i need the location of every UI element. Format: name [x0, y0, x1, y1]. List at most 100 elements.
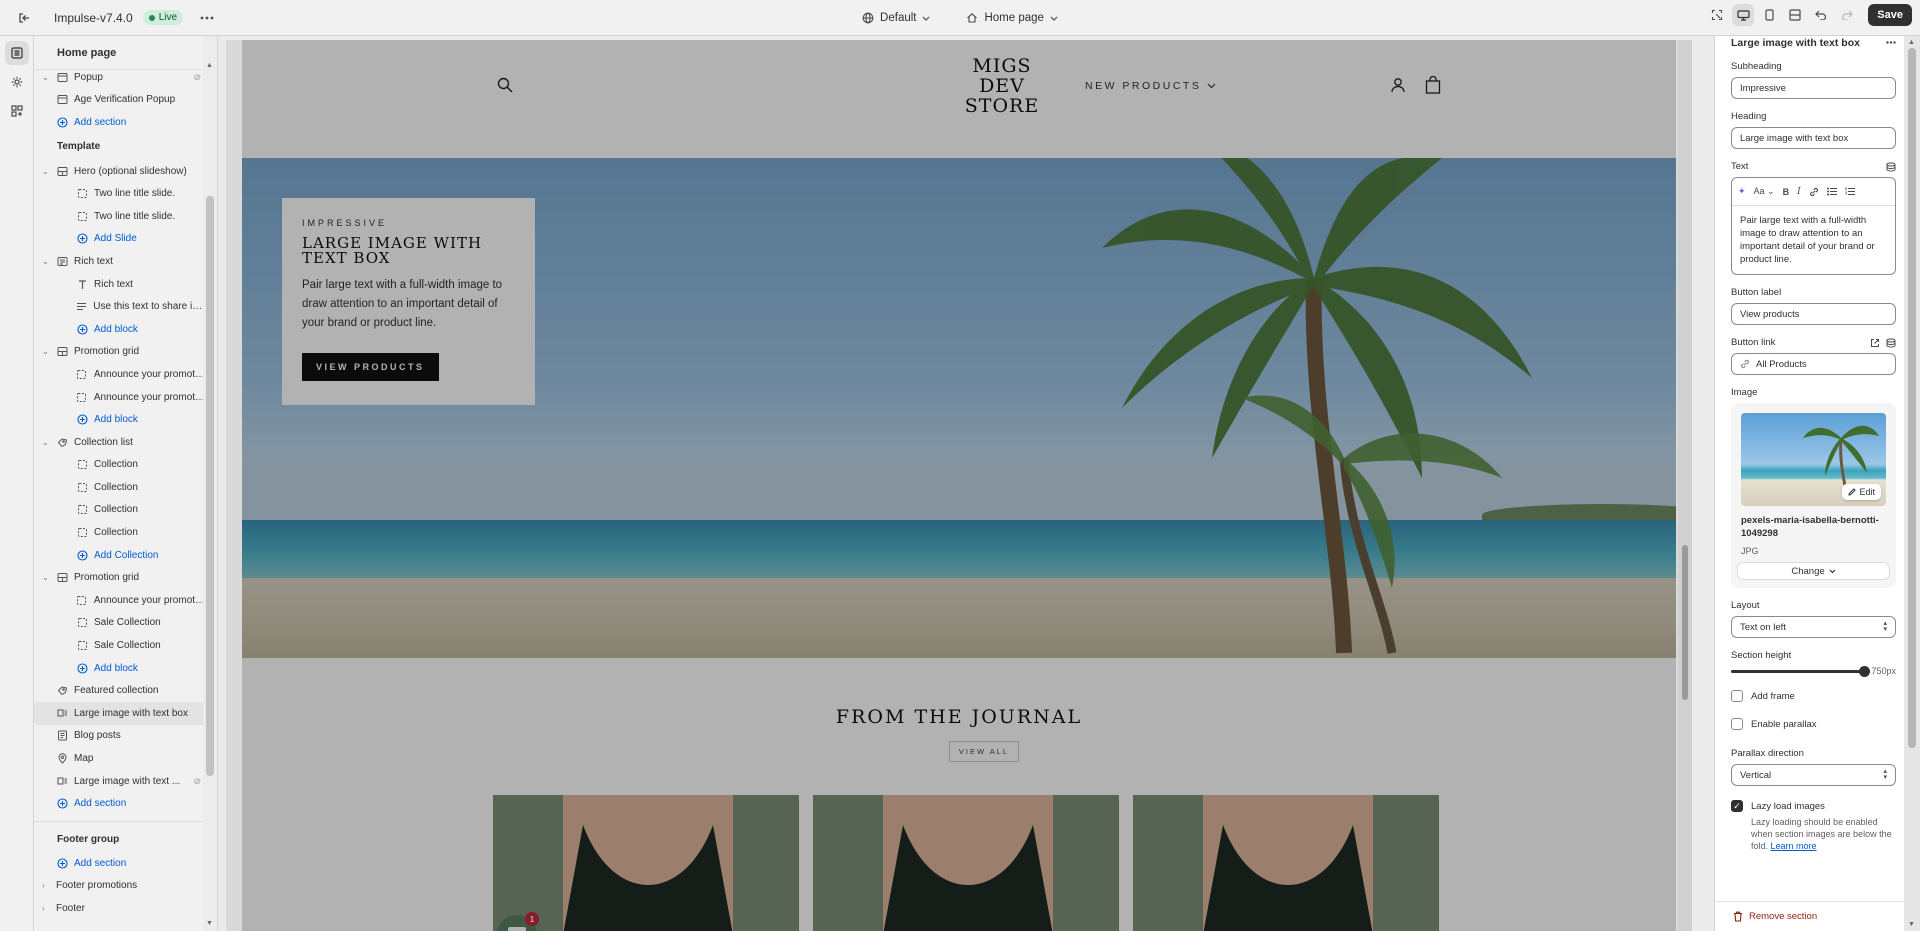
blog-post-image[interactable]	[493, 795, 799, 931]
slider-track[interactable]	[1731, 665, 1871, 677]
sidebar-add-button[interactable]: Add section	[34, 111, 207, 134]
sidebar-add-button[interactable]: Add block	[34, 408, 207, 431]
scroll-up-arrow-icon[interactable]: ▲	[206, 62, 213, 69]
chevron-down-icon[interactable]: ⌄	[42, 257, 49, 266]
chevron-down-icon[interactable]: ⌄	[42, 347, 49, 356]
section-height-slider[interactable]: 750px	[1731, 665, 1896, 677]
sidebar-section-item[interactable]: ⌄ Collection list	[34, 431, 207, 454]
chevron-down-icon[interactable]: ⌄	[42, 573, 49, 582]
page-dropdown[interactable]: Home page	[966, 12, 1058, 24]
sidebar-block-item[interactable]: Collection	[34, 521, 207, 544]
sidebar-section-item[interactable]: Map	[34, 747, 207, 770]
scroll-up-arrow-icon[interactable]: ▲	[1908, 39, 1915, 46]
sidebar-add-button[interactable]: Add block	[34, 318, 207, 341]
theme-dropdown[interactable]: Default	[862, 12, 930, 24]
full-width-view-icon[interactable]	[1784, 4, 1806, 26]
blog-post-image[interactable]	[1133, 795, 1439, 931]
ai-sparkle-icon[interactable]: ✦	[1738, 186, 1746, 197]
chevron-down-icon[interactable]: ⌄	[42, 438, 49, 447]
numbered-list-icon[interactable]	[1845, 187, 1855, 196]
dynamic-source-icon[interactable]	[1886, 338, 1896, 348]
sidebar-block-item[interactable]: Use this text to share info...	[34, 295, 207, 318]
apps-icon[interactable]	[5, 99, 29, 123]
lazy-load-checkbox[interactable]: ✓	[1731, 800, 1743, 812]
heading-input[interactable]: Large image with text box	[1731, 127, 1896, 149]
settings-scrollbar-thumb[interactable]	[1908, 48, 1916, 748]
sidebar-block-item[interactable]: Collection	[34, 454, 207, 477]
sidebar-section-item[interactable]: ⌄ Promotion grid	[34, 341, 207, 364]
link-icon[interactable]	[1809, 187, 1819, 197]
button-link-input[interactable]: All Products	[1731, 353, 1896, 375]
view-all-button[interactable]: VIEW ALL	[949, 741, 1019, 762]
sidebar-scrollbar-thumb[interactable]	[206, 196, 214, 776]
sidebar-block-item[interactable]: Two line title slide.	[34, 205, 207, 228]
sidebar-add-button[interactable]: Add Slide	[34, 228, 207, 251]
desktop-view-icon[interactable]	[1732, 4, 1755, 26]
lazy-load-checkbox-row[interactable]: ✓ Lazy load images	[1731, 800, 1896, 812]
layout-select[interactable]: Text on left ▴ ▾	[1731, 616, 1896, 638]
store-logo[interactable]: MIGS DEV STORE	[942, 56, 1062, 116]
sidebar-scrollbar[interactable]: ▲ ▼	[203, 36, 217, 931]
rich-text-editor[interactable]: ✦ Aa ⌄ B I Pair large text with a full-w…	[1731, 177, 1896, 275]
sidebar-section-item[interactable]: ⌄ Rich text	[34, 250, 207, 273]
blog-post-image[interactable]	[813, 795, 1119, 931]
change-image-button[interactable]: Change	[1737, 562, 1890, 580]
account-icon[interactable]	[1390, 77, 1406, 93]
save-button[interactable]: Save	[1868, 4, 1912, 26]
sidebar-section-item[interactable]: Large image with text box	[34, 702, 207, 725]
nav-new-products[interactable]: NEW PRODUCTS	[1085, 80, 1216, 92]
enable-parallax-checkbox-row[interactable]: Enable parallax	[1731, 718, 1896, 730]
large-image-hero[interactable]: IMPRESSIVE LARGE IMAGE WITH TEXT BOX Pai…	[242, 158, 1676, 658]
add-frame-checkbox-row[interactable]: Add frame	[1731, 690, 1896, 702]
sidebar-section-item[interactable]: Blog posts	[34, 725, 207, 748]
bold-icon[interactable]: B	[1783, 187, 1790, 197]
sidebar-block-item[interactable]: Announce your promotion	[34, 363, 207, 386]
mobile-view-icon[interactable]	[1758, 4, 1780, 26]
image-thumbnail[interactable]: Edit	[1741, 413, 1886, 506]
chevron-down-icon[interactable]: ⌄	[42, 73, 49, 82]
chevron-right-icon[interactable]: ›	[42, 881, 45, 890]
sidebar-block-item[interactable]: Collection	[34, 476, 207, 499]
sidebar-section-item[interactable]: Large image with text ... ⊘	[34, 770, 207, 793]
eye-off-icon[interactable]: ⊘	[193, 776, 201, 787]
sidebar-section-item[interactable]: Featured collection	[34, 679, 207, 702]
sidebar-section-item[interactable]: › Footer promotions	[34, 875, 207, 898]
button-label-input[interactable]: View products	[1731, 303, 1896, 325]
scroll-down-arrow-icon[interactable]: ▼	[206, 920, 213, 927]
eye-off-icon[interactable]: ⊘	[193, 72, 201, 83]
sidebar-section-item[interactable]: › Footer	[34, 897, 207, 920]
sidebar-block-item[interactable]: Collection	[34, 499, 207, 522]
sections-icon[interactable]	[4, 41, 29, 65]
sidebar-block-item[interactable]: Announce your promotion	[34, 589, 207, 612]
sidebar-block-item[interactable]: Two line title slide.	[34, 182, 207, 205]
sidebar-add-button[interactable]: Add block	[34, 657, 207, 680]
parallax-direction-select[interactable]: Vertical ▴ ▾	[1731, 764, 1896, 786]
more-actions-icon[interactable]	[193, 4, 221, 32]
sidebar-block-item[interactable]: Sale Collection	[34, 634, 207, 657]
sidebar-section-item[interactable]: ⌄ Promotion grid	[34, 566, 207, 589]
settings-gear-icon[interactable]	[5, 70, 29, 94]
sidebar-block-item[interactable]: Sale Collection	[34, 612, 207, 635]
learn-more-link[interactable]: Learn more	[1771, 841, 1817, 851]
enable-parallax-checkbox[interactable]	[1731, 718, 1743, 730]
preview-scrollbar-thumb[interactable]	[1682, 545, 1688, 700]
remove-section-button[interactable]: Remove section	[1715, 901, 1904, 931]
search-icon[interactable]	[497, 77, 513, 93]
more-options-icon[interactable]	[1886, 41, 1896, 44]
view-products-button[interactable]: VIEW PRODUCTS	[302, 353, 439, 381]
preview-scrollbar[interactable]	[1678, 40, 1692, 931]
image-edit-button[interactable]: Edit	[1842, 484, 1881, 500]
undo-icon[interactable]	[1810, 4, 1832, 26]
sidebar-section-item[interactable]: Age Verification Popup	[34, 89, 207, 112]
sidebar-block-item[interactable]: Rich text	[34, 273, 207, 296]
chevron-down-icon[interactable]: ⌄	[42, 167, 49, 176]
sidebar-section-item[interactable]: ⌄ Popup ⊘	[34, 70, 207, 89]
sidebar-add-button[interactable]: Add section	[34, 792, 207, 815]
cart-icon[interactable]	[1425, 76, 1441, 94]
bullet-list-icon[interactable]	[1826, 187, 1837, 196]
slider-knob[interactable]	[1859, 665, 1871, 677]
inspector-icon[interactable]	[1706, 4, 1728, 26]
subheading-input[interactable]: Impressive	[1731, 77, 1896, 99]
sidebar-add-button[interactable]: Add section	[34, 852, 207, 875]
scroll-down-arrow-icon[interactable]: ▼	[1908, 921, 1915, 928]
